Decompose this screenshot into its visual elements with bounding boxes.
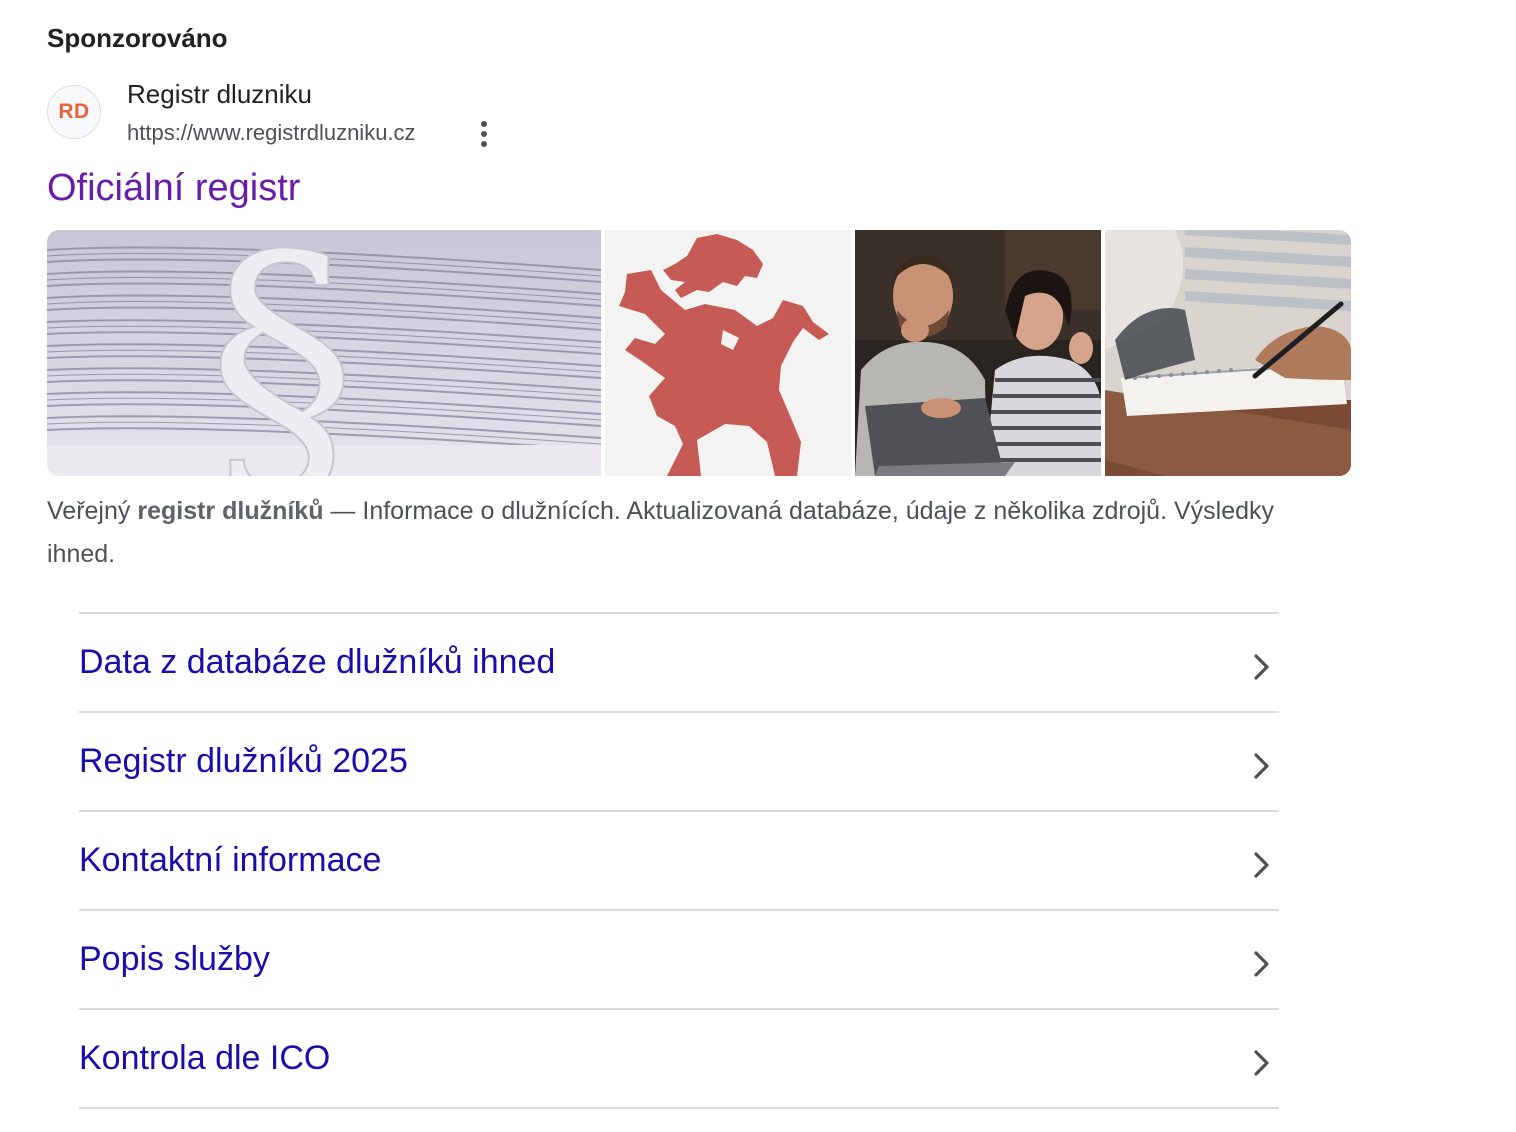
paper-stack-paragraph-image[interactable]: § xyxy=(47,230,601,476)
couple-with-laptop-image[interactable] xyxy=(855,230,1101,476)
ad-description: Veřejný registr dlužníků — Informace o d… xyxy=(47,490,1347,576)
chevron-right-icon xyxy=(1254,852,1269,878)
sitelink-kontrola-dle-ico[interactable]: Kontrola dle ICO xyxy=(79,1008,1279,1109)
more-vert-icon[interactable] xyxy=(469,117,499,151)
sitelink-popis-sluzby[interactable]: Popis služby xyxy=(79,909,1279,1008)
image-gallery: § xyxy=(47,230,1351,476)
sitelink-registr-2025[interactable]: Registr dlužníků 2025 xyxy=(79,711,1279,810)
sitelink-label[interactable]: Registr dlužníků 2025 xyxy=(79,741,408,781)
sitelinks-list: Data z databáze dlužníků ihned Registr d… xyxy=(79,612,1279,1109)
description-prefix: Veřejný xyxy=(47,497,138,525)
advertiser-favicon[interactable]: RD xyxy=(47,85,101,139)
sitelink-kontaktni-informace[interactable]: Kontaktní informace xyxy=(79,810,1279,909)
sitelink-label[interactable]: Popis služby xyxy=(79,939,270,979)
sitelink-label[interactable]: Kontrola dle ICO xyxy=(79,1038,330,1078)
chevron-right-icon xyxy=(1254,951,1269,977)
sitelink-data-z-databaze[interactable]: Data z databáze dlužníků ihned xyxy=(79,612,1279,711)
sitelink-label[interactable]: Data z databáze dlužníků ihned xyxy=(79,642,555,682)
svg-text:§: § xyxy=(207,230,357,476)
sitelink-label[interactable]: Kontaktní informace xyxy=(79,840,381,880)
chevron-right-icon xyxy=(1254,1050,1269,1076)
sponsored-label: Sponzorováno xyxy=(47,23,228,53)
description-bold-keyword: registr dlužníků xyxy=(137,497,324,525)
chevron-right-icon xyxy=(1254,753,1269,779)
advertiser-url[interactable]: https://www.registrdluzniku.cz xyxy=(127,118,416,148)
chevron-right-icon xyxy=(1254,654,1269,680)
hand-writing-notebook-image[interactable] xyxy=(1105,230,1351,476)
advertiser-logo-text: RD xyxy=(58,100,90,123)
advertiser-name[interactable]: Registr dluzniku xyxy=(127,78,312,110)
ad-title-link[interactable]: Oficiální registr xyxy=(47,164,300,212)
red-lion-logo-image[interactable] xyxy=(605,230,851,476)
